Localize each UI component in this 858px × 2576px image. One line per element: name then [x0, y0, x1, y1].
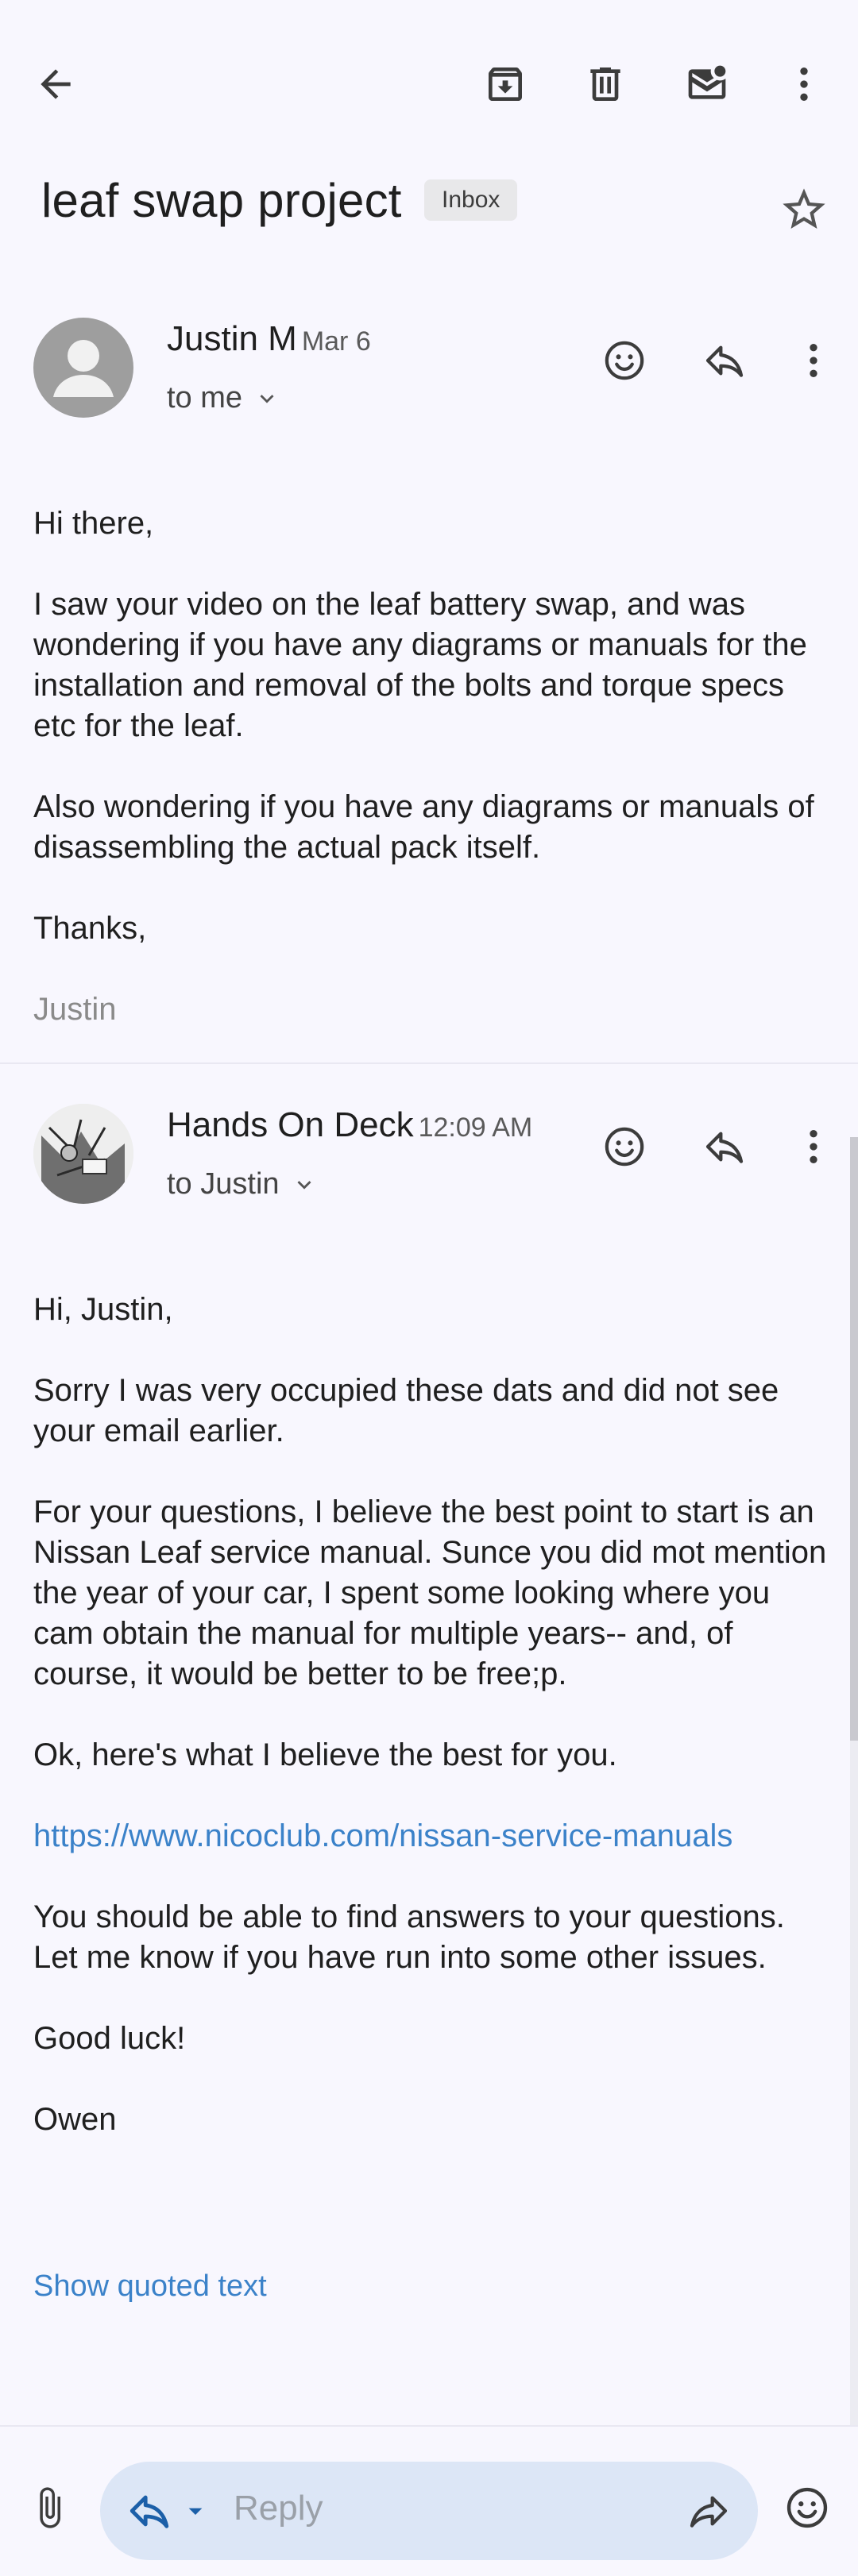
service-manual-link[interactable]: https://www.nicoclub.com/nissan-service-…	[33, 1818, 732, 1853]
attach-button[interactable]	[17, 2476, 81, 2539]
email-thread-screen: leaf swap project Inbox Justin M Mar 6 to…	[0, 0, 858, 2576]
forward-button[interactable]	[683, 2485, 734, 2536]
show-quoted-text-link[interactable]: Show quoted text	[33, 2269, 267, 2304]
mail-unread-icon	[688, 65, 726, 99]
message-time: Mar 6	[301, 326, 371, 357]
more-options-button[interactable]	[766, 46, 842, 122]
signature: Justin	[33, 992, 117, 1027]
sender-name: Justin M Mar 6	[167, 319, 371, 359]
paperclip-icon	[40, 2487, 60, 2528]
body-paragraph: For your questions, I believe the best p…	[33, 1494, 827, 1691]
arrow-left-icon	[41, 69, 71, 99]
more-vert-icon	[800, 67, 808, 101]
emoji-icon	[605, 1127, 644, 1167]
emoji-icon	[786, 2487, 828, 2528]
chevron-down-icon	[297, 1180, 311, 1190]
reply-icon	[705, 1132, 744, 1163]
emoji-icon	[605, 341, 644, 380]
chevron-down-icon	[260, 394, 274, 403]
sender-name-text: Justin M	[167, 319, 297, 358]
subject-row: leaf swap project Inbox	[41, 167, 834, 238]
avatar	[33, 1104, 133, 1204]
delete-button[interactable]	[567, 46, 644, 122]
message-more-button[interactable]	[775, 322, 852, 399]
reply-button[interactable]	[686, 322, 763, 399]
react-emoji-button[interactable]	[586, 1109, 663, 1185]
more-vert-icon	[810, 1130, 817, 1163]
reply-compose-field[interactable]: Reply	[100, 2462, 758, 2560]
inbox-label-chip[interactable]: Inbox	[424, 179, 518, 221]
sender-name-text: Hands On Deck	[167, 1105, 414, 1144]
react-emoji-button[interactable]	[586, 322, 663, 399]
thread-subject: leaf swap project	[41, 174, 402, 227]
back-button[interactable]	[17, 46, 94, 122]
recipient-details-toggle[interactable]: to me	[167, 381, 280, 415]
forward-icon	[690, 2496, 728, 2528]
reply-mode-dropdown[interactable]	[180, 2495, 211, 2527]
signature: Owen	[33, 2102, 117, 2137]
body-paragraph: Ok, here's what I believe the best for y…	[33, 1737, 617, 1772]
message-1-body: Hi there, I saw your video on the leaf b…	[33, 503, 828, 1070]
top-toolbar	[0, 0, 858, 167]
body-paragraph: Hi there,	[33, 506, 154, 541]
body-paragraph: Also wondering if you have any diagrams …	[33, 789, 814, 865]
message-2-body: Hi, Justin, Sorry I was very occupied th…	[33, 1290, 828, 2181]
scrollbar-thumb[interactable]	[850, 1137, 858, 1741]
message-divider	[0, 1062, 858, 1064]
recipient-text: to me	[167, 381, 243, 415]
body-paragraph: You should be able to find answers to yo…	[33, 1899, 785, 1975]
recipient-text: to Justin	[167, 1167, 280, 1201]
trash-icon	[590, 67, 620, 101]
archive-button[interactable]	[467, 46, 543, 122]
reply-icon	[705, 345, 744, 377]
archive-icon	[489, 67, 522, 101]
message-more-button[interactable]	[775, 1109, 852, 1185]
message-time: 12:09 AM	[418, 1113, 533, 1143]
reply-icon	[129, 2495, 169, 2528]
avatar	[33, 318, 133, 418]
sender-photo-icon	[33, 1104, 133, 1204]
bottom-reply-bar: Reply	[0, 2425, 858, 2576]
body-paragraph: Good luck!	[33, 2021, 186, 2056]
emoji-react-button[interactable]	[775, 2476, 839, 2539]
sender-name: Hands On Deck 12:09 AM	[167, 1105, 532, 1145]
body-paragraph: Sorry I was very occupied these dats and…	[33, 1373, 779, 1448]
person-icon	[53, 340, 114, 397]
reply-mode-icon[interactable]	[124, 2485, 175, 2536]
body-paragraph: Thanks,	[33, 911, 147, 946]
caret-down-icon	[188, 2508, 203, 2515]
reply-placeholder: Reply	[234, 2489, 323, 2528]
star-button[interactable]	[779, 184, 829, 235]
body-paragraph: Hi, Justin,	[33, 1292, 173, 1327]
mark-unread-button[interactable]	[669, 46, 745, 122]
recipient-details-toggle[interactable]: to Justin	[167, 1167, 318, 1201]
star-outline-icon	[783, 188, 825, 229]
more-vert-icon	[810, 344, 817, 377]
body-paragraph: I saw your video on the leaf battery swa…	[33, 587, 807, 743]
reply-button[interactable]	[686, 1109, 763, 1185]
